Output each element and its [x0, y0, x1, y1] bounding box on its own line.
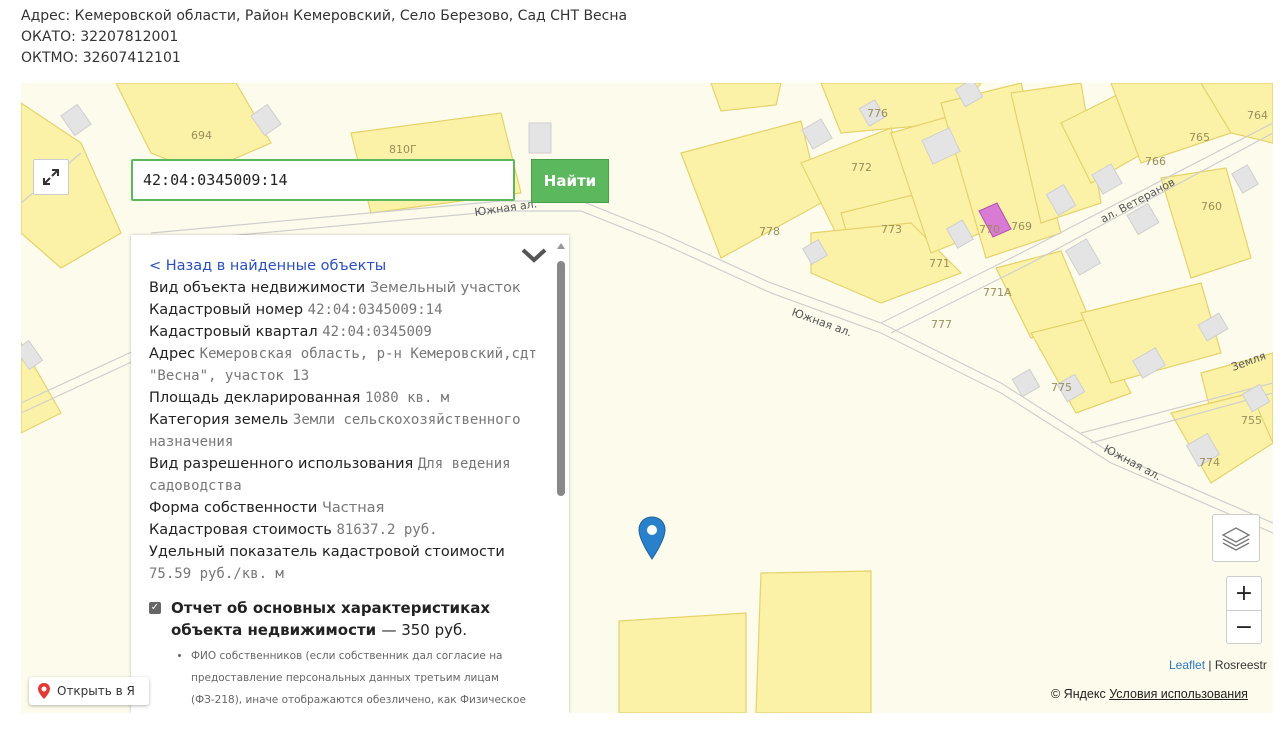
search-button[interactable]: Найти — [531, 159, 609, 203]
field-ownership: Форма собственности Частная — [149, 500, 385, 516]
svg-text:765: 765 — [1189, 131, 1210, 144]
layers-button[interactable] — [1212, 514, 1260, 562]
field-object-type: Вид объекта недвижимости Земельный участ… — [149, 280, 521, 296]
svg-text:694: 694 — [191, 129, 212, 142]
open-in-yandex-button[interactable]: Открыть в Я — [29, 677, 149, 705]
field-specific-value: Удельный показатель кадастровой стоимост… — [149, 544, 505, 582]
leaflet-link[interactable]: Leaflet — [1169, 658, 1205, 672]
map-attribution: Leaflet | Rosreestr — [1169, 658, 1267, 672]
oktmo-line: ОКТМО: 32607412101 — [21, 50, 181, 66]
report-checkbox[interactable]: ✓ — [149, 602, 161, 614]
okato-line: ОКАТО: 32207812001 — [21, 29, 179, 45]
parcel-778 — [680, 120, 822, 259]
expand-icon — [43, 169, 59, 185]
svg-text:810Г: 810Г — [389, 143, 417, 156]
panel-scrollbar[interactable] — [557, 261, 565, 496]
svg-text:774: 774 — [1199, 456, 1220, 469]
fullscreen-button[interactable] — [33, 159, 69, 195]
location-pin-icon — [38, 683, 50, 699]
svg-text:769: 769 — [1011, 220, 1032, 233]
field-cadastral-value: Кадастровая стоимость 81637.2 руб. — [149, 522, 438, 538]
street-label-yuzhnaya-2: Южная ал. — [790, 306, 854, 340]
field-permitted-use: Вид разрешенного использования Для веден… — [149, 456, 511, 494]
svg-text:764: 764 — [1247, 109, 1268, 122]
field-address: Адрес Кемеровская область, р-н Кемеровск… — [149, 346, 537, 384]
back-to-results-link[interactable]: < Назад в найденные объекты — [149, 255, 539, 277]
object-info-panel: < Назад в найденные объекты Вид объекта … — [131, 235, 569, 713]
layers-icon — [1221, 527, 1251, 551]
report-note: ФИО собственников (если собственник дал … — [191, 645, 539, 713]
svg-text:770: 770 — [979, 223, 1000, 236]
cadastral-map[interactable]: Южная ал. Южная ал. Южная ал. ал. Ветера… — [21, 83, 1273, 713]
svg-text:766: 766 — [1145, 155, 1166, 168]
report-price: — 350 руб. — [381, 621, 468, 639]
svg-text:773: 773 — [881, 223, 902, 236]
zoom-in-button[interactable]: + — [1227, 577, 1261, 611]
address-header: Адрес: Кемеровской области, Район Кемеро… — [21, 6, 627, 69]
svg-text:760: 760 — [1201, 200, 1222, 213]
address-line: Адрес: Кемеровской области, Район Кемеро… — [21, 8, 628, 24]
rosreestr-attribution: Rosreestr — [1214, 658, 1267, 672]
zoom-out-button[interactable]: − — [1227, 611, 1261, 644]
field-cadastral-quarter: Кадастровый квартал 42:04:0345009 — [149, 324, 432, 340]
yandex-copyright: © Яндекс Условия использования — [1051, 687, 1248, 701]
field-land-category: Категория земель Земли сельскохозяйствен… — [149, 412, 521, 450]
field-cadastral-number: Кадастровый номер 42:04:0345009:14 — [149, 302, 443, 318]
svg-text:772: 772 — [851, 161, 872, 174]
svg-text:771А: 771А — [983, 286, 1012, 299]
terms-of-use-link[interactable]: Условия использования — [1109, 687, 1248, 701]
scroll-up-arrow-icon[interactable] — [557, 243, 565, 249]
cadastral-search-input[interactable] — [131, 159, 515, 201]
panel-content: < Назад в найденные объекты Вид объекта … — [149, 255, 539, 713]
svg-text:775: 775 — [1051, 381, 1072, 394]
svg-text:771: 771 — [929, 257, 950, 270]
open-in-yandex-label: Открыть в Я — [57, 684, 135, 698]
field-area: Площадь декларированная 1080 кв. м — [149, 390, 450, 406]
svg-text:777: 777 — [931, 318, 952, 331]
report-option[interactable]: ✓ Отчет об основных характеристиках объе… — [149, 597, 539, 713]
svg-text:755: 755 — [1241, 414, 1262, 427]
svg-text:776: 776 — [867, 107, 888, 120]
svg-text:778: 778 — [759, 225, 780, 238]
zoom-control: + − — [1226, 576, 1262, 644]
map-marker-icon[interactable] — [637, 515, 667, 565]
